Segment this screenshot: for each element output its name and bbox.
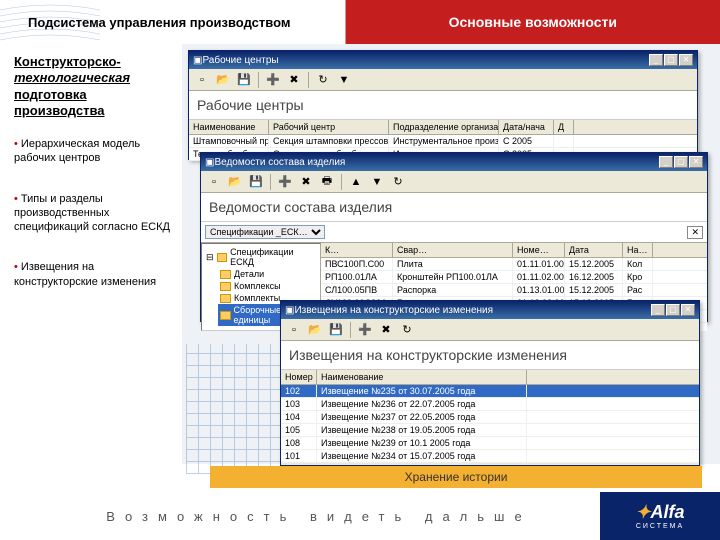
close-icon[interactable]: ✕ [687, 226, 703, 239]
table-row[interactable]: 108Извещение №239 от 10.1 2005 года [281, 437, 699, 450]
table-row[interactable]: Штамповочный пресс Секция штамповки прес… [189, 135, 697, 148]
save-icon[interactable]: 💾 [327, 321, 345, 339]
delete-icon[interactable]: ✖ [285, 71, 303, 89]
header-band: Подсистема управления производством Осно… [0, 0, 720, 44]
window-heading: Извещения на конструкторские изменения [281, 341, 699, 370]
titlebar[interactable]: ▣ Извещения на конструкторские изменения… [281, 301, 699, 319]
new-icon[interactable]: ▫ [285, 321, 303, 339]
maximize-button[interactable]: ▢ [666, 304, 680, 316]
table-row[interactable]: 102Извещение №235 от 30.07.2005 года [281, 385, 699, 398]
col-header[interactable]: Номер [281, 370, 317, 384]
app-icon: ▣ [285, 305, 294, 316]
col-header[interactable]: На… [623, 243, 653, 257]
tree-root[interactable]: ⊟Спецификации ЕСКД [204, 246, 318, 268]
window-work-centers[interactable]: ▣ Рабочие центры _ ▢ ✕ ▫ 📂 💾 ➕ ✖ ↻ ▼ Раб… [188, 50, 698, 160]
delete-icon[interactable]: ✖ [377, 321, 395, 339]
windows-area: ▣ Рабочие центры _ ▢ ✕ ▫ 📂 💾 ➕ ✖ ↻ ▼ Раб… [182, 44, 720, 464]
add-icon[interactable]: ➕ [264, 71, 282, 89]
footer-text: Возможность видеть дальше [18, 509, 600, 524]
maximize-button[interactable]: ▢ [674, 156, 688, 168]
app-icon: ▣ [205, 157, 214, 168]
window-bom[interactable]: ▣ Ведомости состава изделия _ ▢ ✕ ▫ 📂 💾 … [200, 152, 708, 322]
footer: Возможность видеть дальше ✦Alfa СИСТЕМА [0, 492, 720, 540]
save-icon[interactable]: 💾 [247, 173, 265, 191]
refresh-icon[interactable]: ↻ [389, 173, 407, 191]
table-row[interactable]: РП100.01ЛАКронштейн РП100.01ЛА01.11.02.0… [321, 271, 707, 284]
col-header[interactable]: Рабочий центр [269, 120, 389, 134]
sidebar-bullet: Типы и разделы производственных специфик… [14, 192, 174, 235]
filter-icon[interactable]: ▼ [335, 71, 353, 89]
refresh-icon[interactable]: ↻ [398, 321, 416, 339]
header-left: Подсистема управления производством [0, 15, 346, 30]
table-row[interactable]: СЛ100.05ПВРаспорка01.13.01.0015.12.2005Р… [321, 284, 707, 297]
table-row[interactable]: 105Извещение №238 от 19.05.2005 года [281, 424, 699, 437]
tree-item[interactable]: Детали [218, 268, 318, 280]
footer-logo: ✦Alfa СИСТЕМА [600, 492, 720, 540]
window-heading: Ведомости состава изделия [201, 193, 707, 222]
add-icon[interactable]: ➕ [356, 321, 374, 339]
refresh-icon[interactable]: ↻ [314, 71, 332, 89]
col-header[interactable]: Подразделение организа [389, 120, 499, 134]
tree-item[interactable]: Комплексы [218, 280, 318, 292]
sidebar-bullet: Иерархическая модель рабочих центров [14, 137, 174, 166]
toolbar: ▫ 📂 💾 ➕ ✖ ↻ ▼ [189, 69, 697, 91]
open-icon[interactable]: 📂 [226, 173, 244, 191]
close-button[interactable]: ✕ [679, 54, 693, 66]
sidebar: Конструкторско- технологическая подготов… [0, 44, 182, 464]
table-row[interactable]: 103Извещение №236 от 22.07.2005 года [281, 398, 699, 411]
sidebar-title: Конструкторско- технологическая подготов… [14, 54, 174, 119]
maximize-button[interactable]: ▢ [664, 54, 678, 66]
minimize-button[interactable]: _ [651, 304, 665, 316]
window-change-notices[interactable]: ▣ Извещения на конструкторские изменения… [280, 300, 700, 466]
window-title: Ведомости состава изделия [214, 157, 659, 168]
history-band: Хранение истории [210, 466, 702, 488]
table-row[interactable]: 104Извещение №237 от 22.05.2005 года [281, 411, 699, 424]
toolbar: ▫ 📂 💾 ➕ ✖ ↻ [281, 319, 699, 341]
col-header[interactable]: Дата/нача [499, 120, 554, 134]
window-title: Рабочие центры [202, 55, 649, 66]
app-icon: ▣ [193, 55, 202, 66]
open-icon[interactable]: 📂 [214, 71, 232, 89]
close-button[interactable]: ✕ [681, 304, 695, 316]
new-icon[interactable]: ▫ [205, 173, 223, 191]
col-header[interactable]: Дата [565, 243, 623, 257]
col-header[interactable]: Свар… [393, 243, 513, 257]
delete-icon[interactable]: ✖ [297, 173, 315, 191]
add-icon[interactable]: ➕ [276, 173, 294, 191]
down-icon[interactable]: ▼ [368, 173, 386, 191]
print-icon[interactable]: 🖶 [318, 173, 336, 191]
new-icon[interactable]: ▫ [193, 71, 211, 89]
minimize-button[interactable]: _ [649, 54, 663, 66]
grid-header: Наименование Рабочий центр Подразделение… [189, 120, 697, 135]
table-row[interactable]: ПВС100П.С00Плита01.11.01.0015.12.2005Кол [321, 258, 707, 271]
col-header[interactable]: Номе… [513, 243, 565, 257]
close-button[interactable]: ✕ [689, 156, 703, 168]
col-header[interactable]: К… [321, 243, 393, 257]
window-heading: Рабочие центры [189, 91, 697, 120]
col-header[interactable]: Наименование [189, 120, 269, 134]
col-header[interactable]: Наименование [317, 370, 527, 384]
sidebar-bullet: Извещения на конструкторские изменения [14, 260, 174, 289]
window-title: Извещения на конструкторские изменения [294, 305, 651, 316]
save-icon[interactable]: 💾 [235, 71, 253, 89]
spec-select[interactable]: Спецификации _ЕСК… [205, 225, 325, 239]
open-icon[interactable]: 📂 [306, 321, 324, 339]
col-header[interactable]: Д [554, 120, 574, 134]
titlebar[interactable]: ▣ Рабочие центры _ ▢ ✕ [189, 51, 697, 69]
header-right: Основные возможности [346, 14, 720, 30]
up-icon[interactable]: ▲ [347, 173, 365, 191]
titlebar[interactable]: ▣ Ведомости состава изделия _ ▢ ✕ [201, 153, 707, 171]
minimize-button[interactable]: _ [659, 156, 673, 168]
table-row[interactable]: 101Извещение №234 от 15.07.2005 года [281, 450, 699, 463]
toolbar: ▫ 📂 💾 ➕ ✖ 🖶 ▲ ▼ ↻ [201, 171, 707, 193]
